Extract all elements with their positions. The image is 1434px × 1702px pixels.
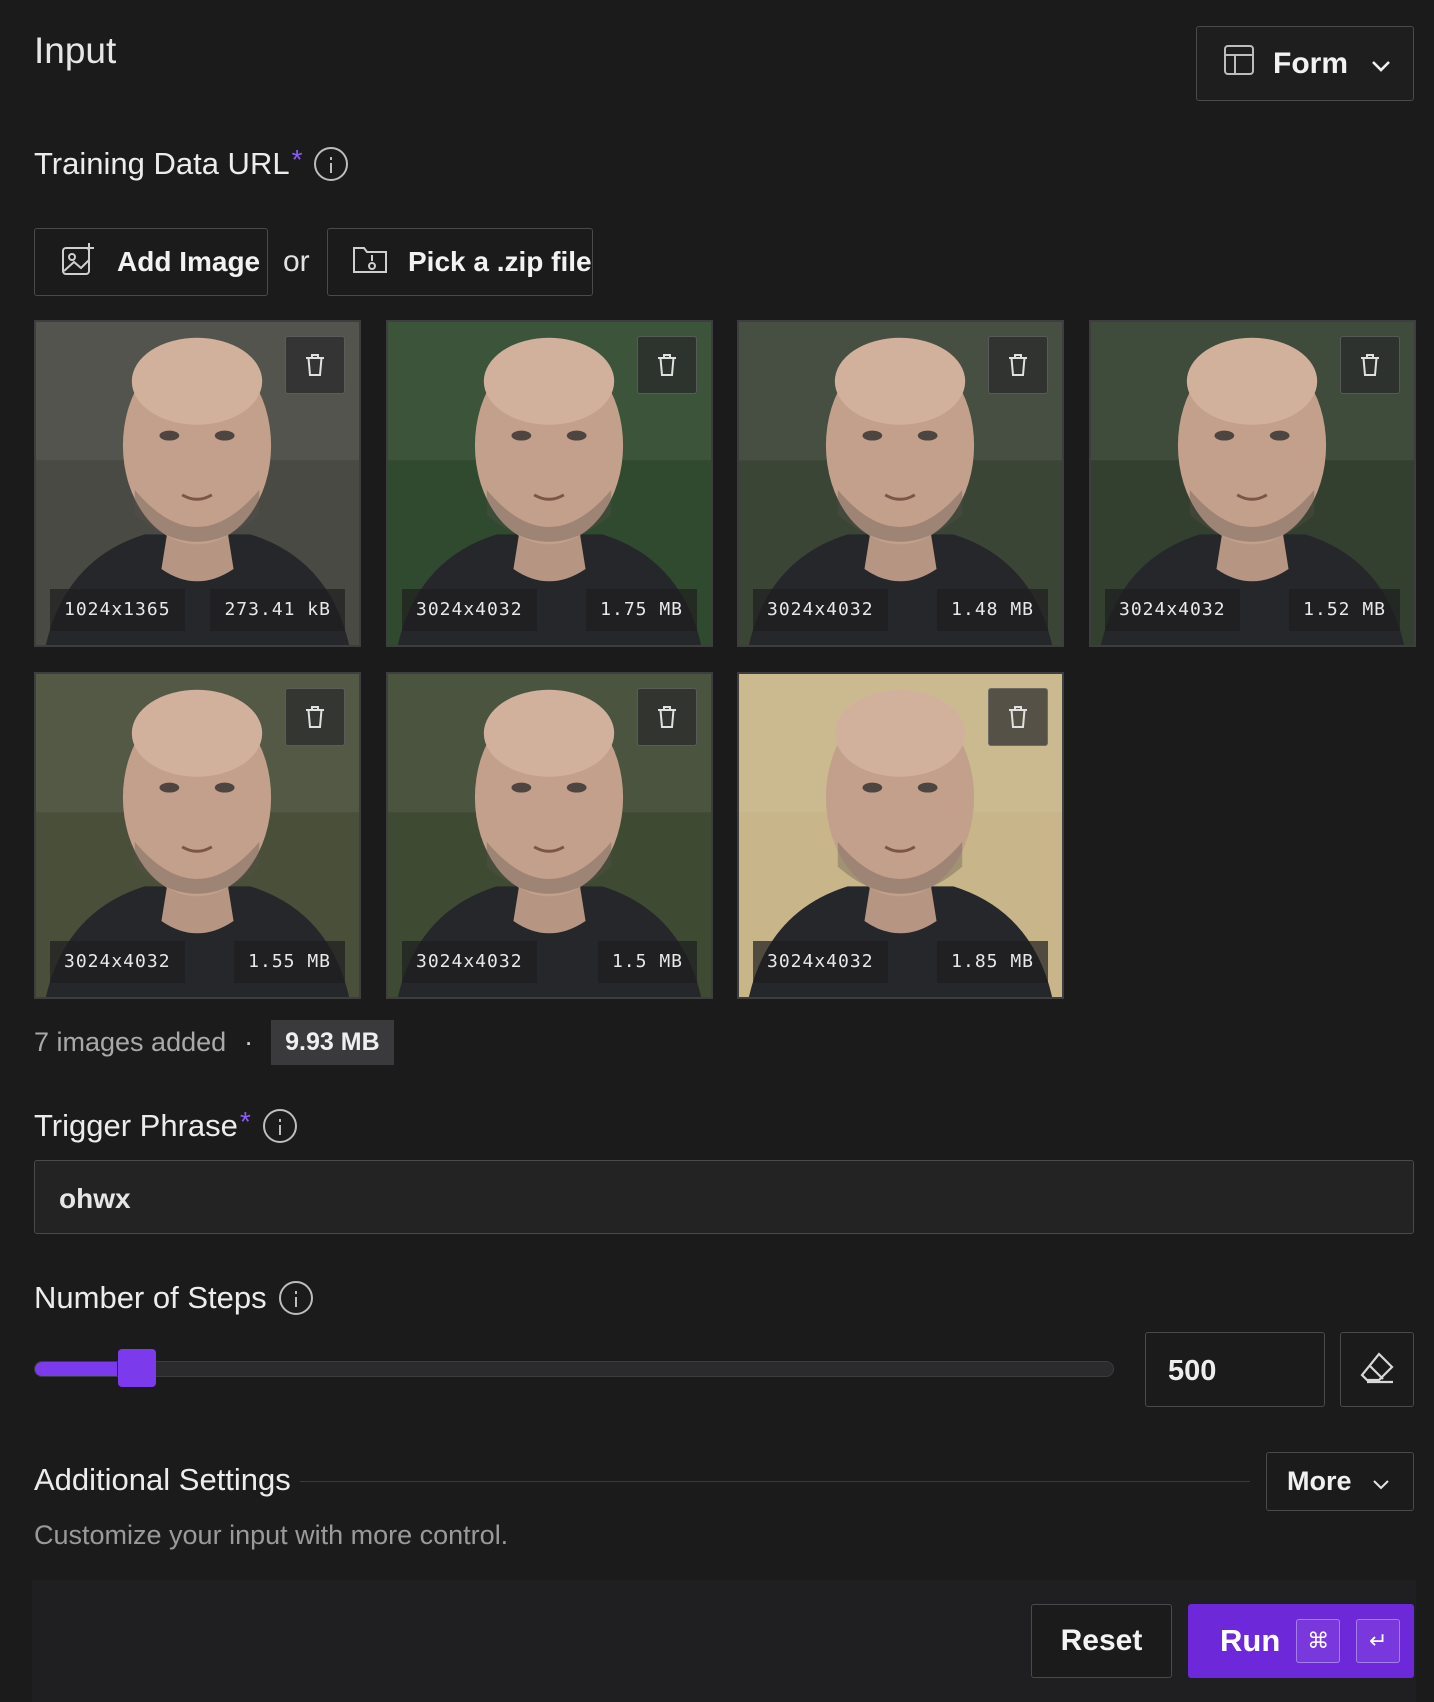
image-dimensions: 3024x4032 [1105, 589, 1240, 631]
layout-icon [1223, 44, 1255, 84]
steps-slider-track[interactable] [34, 1361, 1114, 1377]
trash-icon [1009, 354, 1027, 376]
delete-image-button[interactable] [285, 688, 345, 746]
section-divider [300, 1481, 1250, 1482]
delete-image-button[interactable] [285, 336, 345, 394]
additional-settings-label: Additional Settings [34, 1462, 291, 1497]
image-size: 1.85 MB [937, 941, 1048, 983]
chevron-down-icon [1372, 1466, 1390, 1497]
image-meta: 3024x4032 1.55 MB [50, 941, 345, 983]
image-dimensions: 3024x4032 [753, 589, 888, 631]
summary-separator: · [244, 1027, 254, 1057]
image-meta: 3024x4032 1.48 MB [753, 589, 1048, 631]
trigger-phrase-label: Trigger Phrase * [34, 1106, 297, 1144]
training-image-thumb[interactable]: 3024x4032 1.85 MB [737, 672, 1064, 999]
command-key-icon: ⌘ [1296, 1619, 1341, 1663]
image-dimensions: 3024x4032 [402, 589, 537, 631]
steps-number-input[interactable]: 500 [1145, 1332, 1325, 1407]
trash-icon [306, 354, 324, 376]
training-image-thumb[interactable]: 1024x1365 273.41 kB [34, 320, 361, 647]
trigger-phrase-input[interactable]: ohwx [34, 1160, 1414, 1234]
steps-slider-fill [35, 1362, 118, 1376]
more-settings-button[interactable]: More [1266, 1452, 1414, 1511]
upload-summary: 7 images added · 9.93 MB [34, 1020, 394, 1065]
pick-zip-button[interactable]: Pick a .zip file [327, 228, 593, 296]
training-data-label: Training Data URL * [34, 144, 349, 182]
trash-icon [1009, 706, 1027, 728]
trash-icon [658, 354, 676, 376]
eraser-icon [1359, 1350, 1395, 1389]
reset-button[interactable]: Reset [1031, 1604, 1172, 1678]
additional-settings-hint: Customize your input with more control. [34, 1520, 509, 1550]
steps-label: Number of Steps [34, 1280, 313, 1316]
add-image-button[interactable]: Add Image [34, 228, 268, 296]
view-mode-select[interactable]: Form [1196, 26, 1414, 101]
image-size: 1.5 MB [597, 941, 697, 983]
delete-image-button[interactable] [637, 688, 697, 746]
image-plus-icon [61, 242, 95, 283]
info-icon[interactable] [314, 147, 349, 181]
trash-icon [306, 706, 324, 728]
image-size: 1.52 MB [1289, 589, 1400, 631]
training-image-thumb[interactable]: 3024x4032 1.5 MB [386, 672, 713, 999]
image-meta: 3024x4032 1.85 MB [753, 941, 1048, 983]
view-mode-label: Form [1273, 46, 1348, 80]
trash-icon [1361, 354, 1379, 376]
image-size: 1.55 MB [234, 941, 345, 983]
training-image-thumb[interactable]: 3024x4032 1.75 MB [386, 320, 713, 647]
image-size: 1.48 MB [937, 589, 1048, 631]
info-icon[interactable] [278, 1281, 313, 1315]
page-title: Input [34, 30, 117, 71]
training-image-thumb[interactable]: 3024x4032 1.52 MB [1089, 320, 1416, 647]
image-dimensions: 1024x1365 [50, 589, 185, 631]
info-icon[interactable] [262, 1109, 297, 1143]
image-meta: 1024x1365 273.41 kB [50, 589, 345, 631]
total-size-badge: 9.93 MB [271, 1020, 394, 1065]
or-separator: or [283, 245, 310, 278]
reset-steps-button[interactable] [1340, 1332, 1414, 1407]
training-image-thumb[interactable]: 3024x4032 1.55 MB [34, 672, 361, 999]
delete-image-button[interactable] [988, 688, 1048, 746]
image-meta: 3024x4032 1.5 MB [402, 941, 697, 983]
image-size: 1.75 MB [586, 589, 697, 631]
image-meta: 3024x4032 1.75 MB [402, 589, 697, 631]
folder-zip-icon [352, 243, 388, 282]
image-dimensions: 3024x4032 [50, 941, 185, 983]
delete-image-button[interactable] [637, 336, 697, 394]
image-dimensions: 3024x4032 [402, 941, 537, 983]
required-mark: * [291, 144, 303, 175]
required-mark: * [239, 1106, 251, 1137]
training-image-thumb[interactable]: 3024x4032 1.48 MB [737, 320, 1064, 647]
steps-slider-handle[interactable] [118, 1349, 157, 1387]
image-dimensions: 3024x4032 [753, 941, 888, 983]
delete-image-button[interactable] [1340, 336, 1400, 394]
delete-image-button[interactable] [988, 336, 1048, 394]
chevron-down-icon [1371, 47, 1391, 81]
image-count: 7 images added [34, 1027, 227, 1057]
trash-icon [658, 706, 676, 728]
run-button[interactable]: Run ⌘ ↵ [1188, 1604, 1414, 1678]
enter-key-icon: ↵ [1356, 1619, 1401, 1663]
image-meta: 3024x4032 1.52 MB [1105, 589, 1400, 631]
image-size: 273.41 kB [210, 589, 345, 631]
